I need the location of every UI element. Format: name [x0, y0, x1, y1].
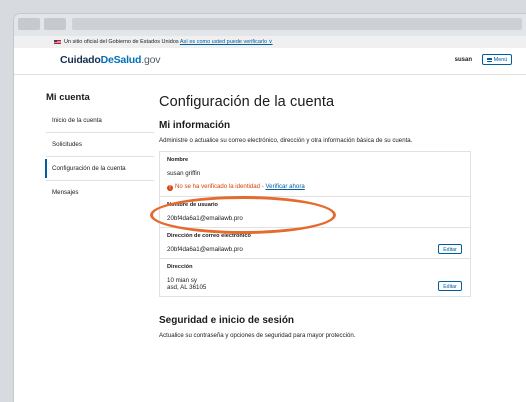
highlight-circle-annotation: [150, 196, 336, 234]
browser-chrome: [14, 14, 526, 36]
address-line-2: asd, AL 36105: [167, 283, 207, 291]
alert-icon: !: [167, 184, 173, 191]
address-line-1: 10 mian sy: [167, 276, 197, 284]
site-header: CuidadoDeSalud.gov susan Menú: [14, 48, 526, 75]
security-section: Seguridad e inicio de sesión Actualice s…: [159, 315, 479, 339]
sidebar-title: Mi cuenta: [46, 92, 90, 103]
gov-banner-text: Un sitio oficial del Gobierno de Estados…: [64, 39, 179, 45]
menu-button[interactable]: Menú: [482, 54, 512, 65]
account-sidebar: Mi cuenta Inicio de la cuenta Solicitude…: [45, 92, 154, 204]
email-value: 20bf4da6a1@emailawb.pro: [167, 245, 243, 253]
user-name[interactable]: susan: [455, 57, 472, 63]
gov-banner-link[interactable]: Así es como usted puede verificarlo ∨: [180, 39, 273, 45]
name-value: susan griffin: [167, 170, 201, 177]
sidebar-item-applications[interactable]: Solicitudes: [46, 133, 154, 157]
address-field: Dirección 10 mian sy asd, AL 36105 Edita…: [160, 259, 470, 296]
edit-address-button[interactable]: Editar: [438, 280, 462, 291]
menu-label: Menú: [493, 57, 508, 63]
logo-text-accent: DeSalud: [100, 54, 142, 66]
verify-now-link[interactable]: Verificar ahora: [265, 183, 304, 190]
security-description: Actualice su contraseña y opciones de se…: [159, 331, 356, 339]
sidebar-item-account-settings[interactable]: Configuración de la cuenta: [45, 157, 154, 181]
sidebar-item-account-home[interactable]: Inicio de la cuenta: [46, 109, 154, 133]
window-control[interactable]: [18, 18, 40, 30]
name-label: Nombre: [167, 157, 189, 163]
address-bar[interactable]: [72, 18, 522, 30]
name-field: Nombre susan griffin ! No se ha verificad…: [160, 152, 470, 197]
hamburger-icon: [486, 57, 492, 62]
site-logo[interactable]: CuidadoDeSalud.gov: [60, 54, 160, 66]
edit-email-button[interactable]: Editar: [438, 243, 462, 254]
section-description: Administre o actualice su correo electró…: [159, 137, 413, 144]
page-title: Configuración de la cuenta: [159, 94, 335, 110]
email-label: Dirección de correo electrónico: [167, 232, 251, 239]
address-label: Dirección: [167, 263, 193, 270]
logo-tld: .gov: [141, 54, 161, 66]
gov-banner: Un sitio oficial del Gobierno de Estados…: [14, 36, 526, 48]
section-title: Mi información: [159, 120, 231, 131]
identity-warning: ! No se ha verificado la identidad - Veri…: [167, 183, 463, 191]
warning-text: No se ha verificado la identidad -: [175, 183, 266, 190]
logo-text: Cuidado: [60, 54, 101, 66]
security-title: Seguridad e inicio de sesión: [159, 314, 295, 326]
window-control[interactable]: [44, 18, 66, 30]
sidebar-item-messages[interactable]: Mensajes: [46, 181, 154, 204]
us-flag-icon: [54, 40, 61, 44]
